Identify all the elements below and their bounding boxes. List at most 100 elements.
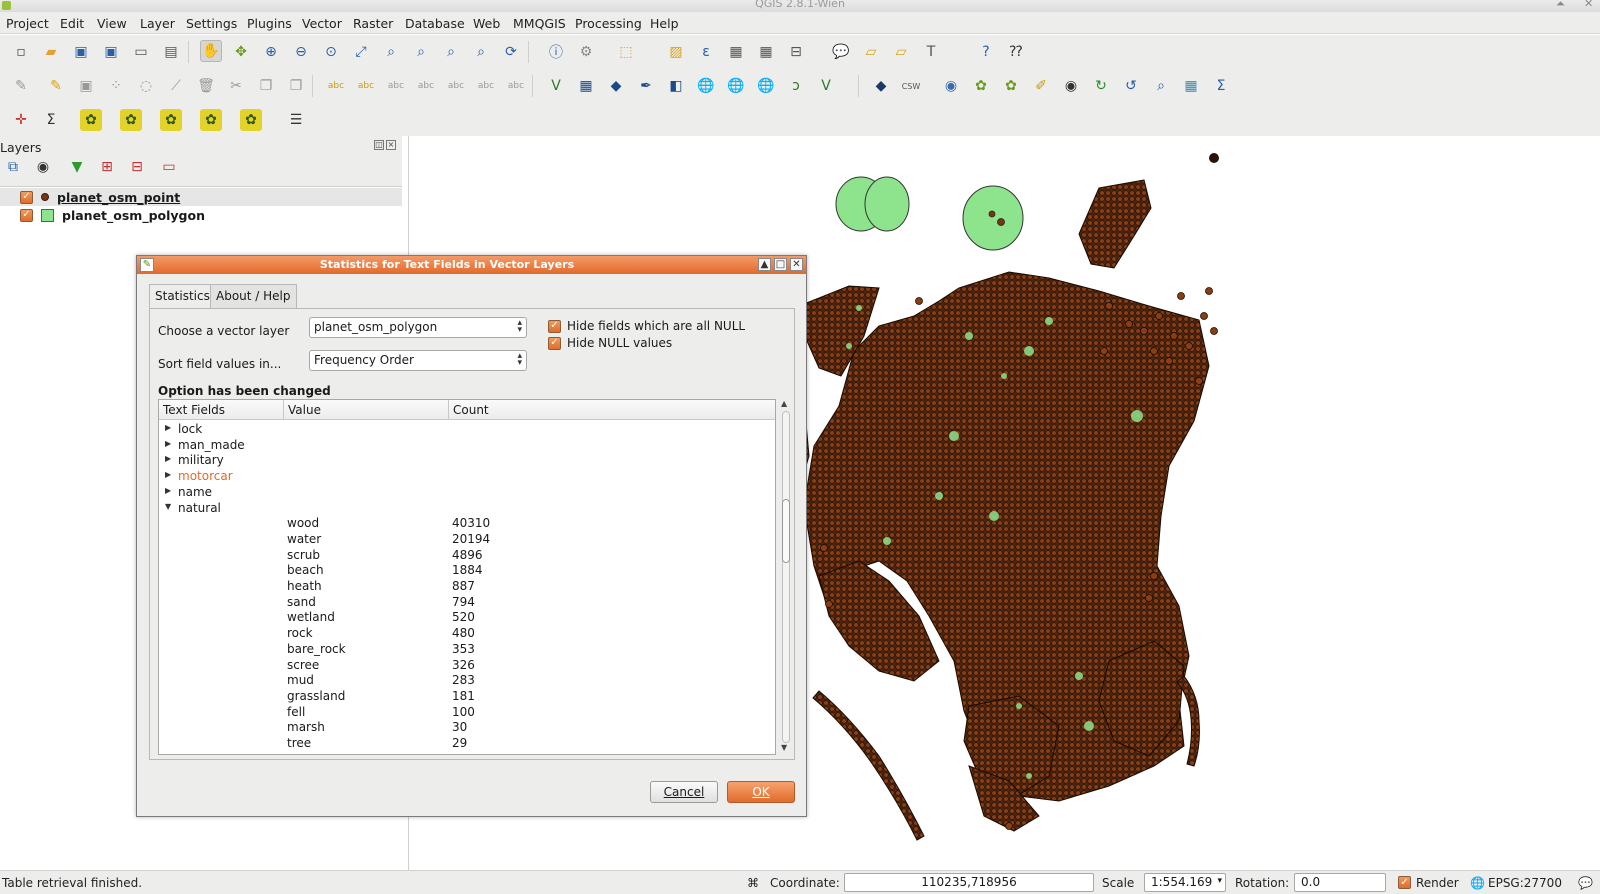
tree-value-row[interactable]: tree 29 [159, 736, 775, 752]
plugin-tool-2-icon[interactable]: ✿ [120, 109, 142, 131]
tree-value-row[interactable]: scree 326 [159, 658, 775, 674]
zoom-in-icon[interactable]: ⊕ [260, 41, 282, 63]
globe-icon[interactable]: 🌐 [1470, 876, 1485, 890]
menu-web[interactable]: Web [473, 16, 500, 31]
hide-null-values-option[interactable]: ✓ Hide NULL values [548, 336, 672, 350]
undo-plugin-icon[interactable]: ↺ [1120, 75, 1142, 97]
layer-labeling-icon[interactable]: abc [325, 75, 347, 97]
menu-view[interactable]: View [97, 16, 127, 31]
edit-styles-icon[interactable]: ⧉ [2, 156, 24, 178]
tree-value-row[interactable]: grassland 181 [159, 689, 775, 705]
menu-processing[interactable]: Processing [575, 16, 642, 31]
expand-all-icon[interactable]: ⊞ [96, 156, 118, 178]
toggle-editing-icon[interactable]: ✎ [45, 75, 67, 97]
shade-icon[interactable]: ▲ [758, 258, 771, 271]
map-tips-icon[interactable]: 💬 [830, 41, 852, 63]
tree-field-row[interactable]: ▶ name [159, 485, 775, 501]
chevron-down-icon[interactable]: ▾ [1217, 876, 1222, 886]
add-feature-icon[interactable]: ⁘ [105, 75, 127, 97]
filter-legend-icon[interactable]: ▼ [66, 156, 88, 178]
add-wcs-icon[interactable]: 🌐 [725, 75, 747, 97]
attribute-table-icon[interactable]: ▦ [725, 41, 747, 63]
add-raster-icon[interactable]: ▦ [575, 75, 597, 97]
menu-database[interactable]: Database [405, 16, 465, 31]
layer-visibility-checkbox[interactable]: ✓ [20, 190, 33, 204]
layer-item-point[interactable]: ✓ planet_osm_point [0, 188, 402, 206]
measure-icon[interactable]: ⊟ [785, 41, 807, 63]
new-spatialite-layer-icon[interactable]: V [815, 75, 837, 97]
tree-value-row[interactable]: water 20194 [159, 532, 775, 548]
field-stats-tree[interactable]: Text Fields Value Count ▶ lock ▶ man_made ▶ m… [158, 399, 776, 755]
float-panel-icon[interactable]: ◫ [374, 140, 384, 150]
crs-status[interactable]: EPSG:27700 [1488, 876, 1562, 890]
tree-field-row[interactable]: ▶ lock [159, 422, 775, 438]
copy-features-icon[interactable]: ❐ [255, 75, 277, 97]
grid-plugin-icon[interactable]: ▦ [1180, 75, 1202, 97]
zoom-out-icon[interactable]: ⊖ [290, 41, 312, 63]
add-wms-icon[interactable]: 🌐 [695, 75, 717, 97]
maximize-icon[interactable]: □ [774, 258, 787, 271]
plugin-tool-5-icon[interactable]: ✿ [240, 109, 262, 131]
close-icon[interactable]: ✕ [790, 258, 803, 271]
save-as-icon[interactable]: ▣ [100, 41, 122, 63]
tab-statistics[interactable]: Statistics [149, 284, 216, 309]
column-header-text-fields[interactable]: Text Fields [159, 400, 284, 420]
zoom-full-icon[interactable]: ⤢ [350, 41, 372, 63]
help-contents-icon[interactable]: ? [975, 41, 997, 63]
tree-value-row[interactable]: rock 480 [159, 626, 775, 642]
menu-plugins[interactable]: Plugins [247, 16, 292, 31]
add-wfs-icon[interactable]: 🌐 [755, 75, 777, 97]
tree-field-row[interactable]: ▶ motorcar [159, 469, 775, 485]
coordinate-field[interactable]: 110235,718956 [844, 873, 1094, 892]
select-features-icon[interactable]: ⬚ [615, 41, 637, 63]
eye-icon[interactable]: ◉ [1060, 75, 1082, 97]
maximize-icon[interactable]: ⏶ [1556, 0, 1565, 11]
scale-field[interactable]: 1:554.169 ▾ [1144, 873, 1226, 892]
db-manager-icon[interactable]: ◆ [870, 75, 892, 97]
mmqgis-plugin-icon[interactable]: ✿ [1000, 75, 1022, 97]
scroll-up-icon[interactable]: ▲ [781, 399, 787, 408]
label-tool-icon[interactable]: abc [355, 75, 377, 97]
sort-select[interactable]: Frequency Order ▴ ▾ [309, 350, 527, 371]
pin-labels-icon[interactable]: abc [385, 75, 407, 97]
cancel-button[interactable]: Cancel [650, 781, 718, 803]
menu-help[interactable]: Help [650, 16, 679, 31]
collapse-arrow-icon[interactable]: ▼ [165, 502, 171, 511]
show-hide-labels-icon[interactable]: abc [415, 75, 437, 97]
menu-mmqgis[interactable]: MMQGIS [513, 16, 566, 31]
expand-arrow-icon[interactable]: ▶ [165, 423, 171, 432]
refresh-icon[interactable]: ⟳ [500, 41, 522, 63]
column-header-count[interactable]: Count [449, 400, 775, 420]
close-panel-icon[interactable]: × [386, 140, 396, 150]
sigma-plugin-icon[interactable]: Σ [1210, 75, 1232, 97]
tree-value-row[interactable]: heath 887 [159, 579, 775, 595]
tree-value-row[interactable]: marsh 30 [159, 720, 775, 736]
expand-arrow-icon[interactable]: ▶ [165, 470, 171, 479]
brush-icon[interactable]: ✐ [1030, 75, 1052, 97]
menu-vector[interactable]: Vector [302, 16, 342, 31]
save-project-icon[interactable]: ▣ [70, 41, 92, 63]
rotation-field[interactable]: 0.0 [1294, 873, 1386, 892]
collapse-all-icon[interactable]: ⊟ [126, 156, 148, 178]
coordinate-toggle-icon[interactable]: ⌘ [747, 876, 759, 890]
close-icon[interactable]: ✕ [1584, 0, 1593, 10]
whats-this-icon[interactable]: ⁇ [1005, 41, 1027, 63]
search-plugin-icon[interactable]: ⌕ [1150, 75, 1172, 97]
open-project-icon[interactable]: ▰ [40, 41, 62, 63]
expand-arrow-icon[interactable]: ▶ [165, 486, 171, 495]
tree-value-row[interactable]: scrub 4896 [159, 548, 775, 564]
print-composer-icon[interactable]: ▭ [130, 41, 152, 63]
add-mssql-icon[interactable]: ◧ [665, 75, 687, 97]
tree-value-row[interactable]: sand 794 [159, 595, 775, 611]
menu-layer[interactable]: Layer [140, 16, 175, 31]
hide-null-fields-option[interactable]: ✓ Hide fields which are all NULL [548, 319, 745, 333]
render-checkbox[interactable]: ✓ [1398, 876, 1411, 889]
tree-value-row[interactable]: bare_rock 353 [159, 642, 775, 658]
node-tool-icon[interactable]: ⟋ [165, 75, 187, 97]
tree-value-row[interactable]: beach 1884 [159, 563, 775, 579]
zoom-native-icon[interactable]: ⊙ [320, 41, 342, 63]
expression-select-icon[interactable]: ε [695, 41, 717, 63]
ok-button[interactable]: OK [727, 781, 795, 803]
layer-item-polygon[interactable]: ✓ planet_osm_polygon [0, 206, 402, 224]
tree-value-row[interactable]: wood 40310 [159, 516, 775, 532]
